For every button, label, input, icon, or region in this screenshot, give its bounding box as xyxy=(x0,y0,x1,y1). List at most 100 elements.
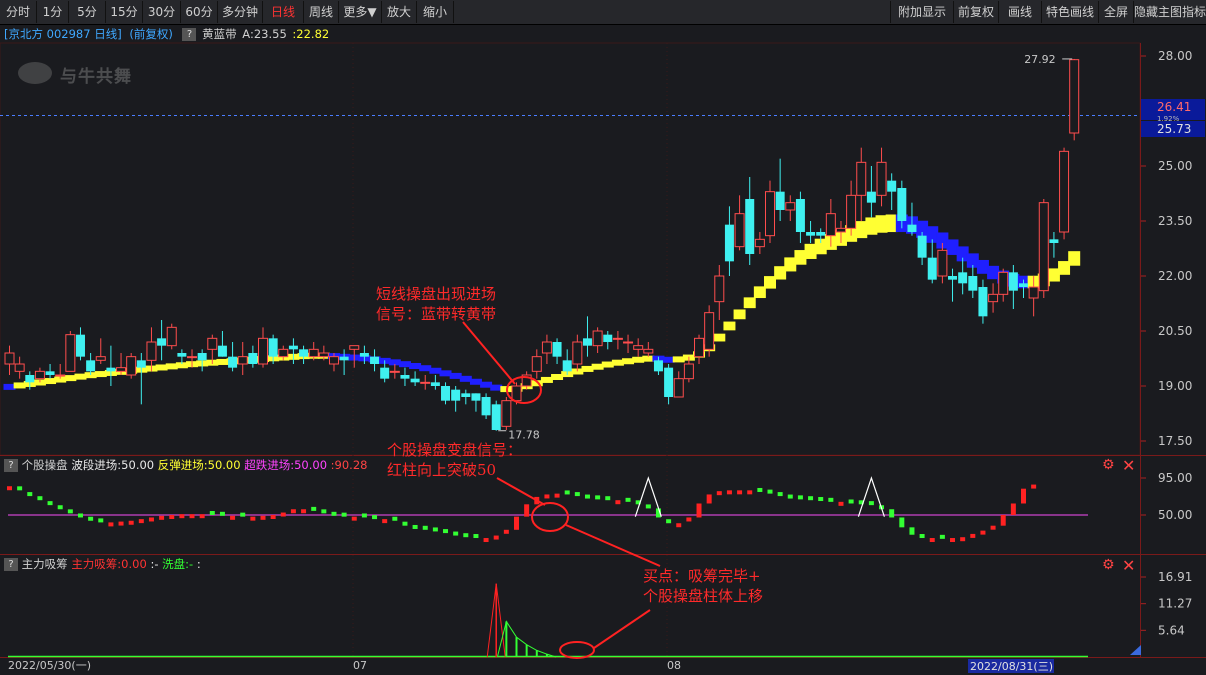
candle-body xyxy=(653,360,663,372)
candle-body xyxy=(217,345,227,357)
candle-body xyxy=(501,400,512,427)
period-tab[interactable]: 多分钟 xyxy=(218,1,263,23)
osc-bar xyxy=(960,537,966,542)
annotation-osc-signal: 个股操盘变盘信号： 红柱向上突破50 xyxy=(387,440,522,480)
osc-bar xyxy=(311,506,317,511)
annotation-line: 买点：吸筹完毕+ xyxy=(643,567,761,585)
annotation-line: 短线操盘出现进场 xyxy=(376,285,497,303)
toolbar-button[interactable]: 画线 xyxy=(998,1,1042,23)
candle-body xyxy=(1059,150,1070,233)
candle-body xyxy=(948,276,958,280)
price-tick-label: 22.00 xyxy=(1158,269,1192,283)
candle-body xyxy=(603,334,613,342)
toolbar-button[interactable]: 特色画线 xyxy=(1041,1,1099,23)
candle-body xyxy=(673,378,684,398)
toolbar-button[interactable]: 隐藏主图指标 xyxy=(1133,1,1206,23)
period-tab[interactable]: 分时 xyxy=(0,1,37,23)
candle-body xyxy=(370,356,380,364)
osc-bar xyxy=(747,490,753,495)
osc-bar xyxy=(341,512,347,517)
watermark-logo: 与牛共舞 xyxy=(18,60,143,87)
mf-settings-gear-icon[interactable]: ⚙ xyxy=(1102,557,1115,573)
candle-body xyxy=(592,330,603,347)
candle-body xyxy=(106,367,116,372)
osc-bar xyxy=(493,535,499,540)
help-icon[interactable]: ? xyxy=(182,28,197,41)
candle-body xyxy=(451,389,461,401)
period-tab[interactable]: 缩小 xyxy=(417,1,454,23)
osc-bar xyxy=(260,515,266,520)
help-icon[interactable]: ? xyxy=(4,558,18,571)
candle-body xyxy=(1038,202,1049,292)
period-tab[interactable]: 60分 xyxy=(181,1,218,23)
candle-body xyxy=(937,249,948,277)
candle-body xyxy=(927,257,937,280)
candle-body xyxy=(612,337,623,340)
period-tab[interactable]: 周线 xyxy=(304,1,339,23)
mf-close-icon[interactable]: ✕ xyxy=(1122,556,1135,575)
period-tab[interactable]: 30分 xyxy=(143,1,181,23)
toolbar-button[interactable]: 前复权 xyxy=(953,1,999,23)
period-tab[interactable]: 5分 xyxy=(69,1,106,23)
candle-body xyxy=(745,199,755,254)
osc-bar xyxy=(372,515,378,520)
price-panel-frame xyxy=(0,42,1141,456)
candle-body xyxy=(126,356,137,376)
osc-bar xyxy=(980,530,986,535)
osc-bar xyxy=(605,496,611,501)
candle-body xyxy=(633,345,644,350)
candle-body xyxy=(917,235,927,258)
candle-body xyxy=(359,353,369,357)
candle-body xyxy=(562,360,572,372)
osc-bar xyxy=(666,519,672,524)
osc-bar xyxy=(473,534,479,539)
resize-corner-icon xyxy=(1130,645,1141,655)
candle-body xyxy=(572,341,583,365)
annotation-band-signal: 短线操盘出现进场 信号：蓝带转黄带 xyxy=(376,284,496,324)
osc-bar xyxy=(240,512,246,517)
annotation-buy-point: 买点：吸筹完毕+ 个股操盘柱体上移 xyxy=(643,566,763,606)
osc-settings-gear-icon[interactable]: ⚙ xyxy=(1102,457,1115,473)
period-tab[interactable]: 更多▼ xyxy=(339,1,382,23)
candle-body xyxy=(643,348,654,354)
osc-bar xyxy=(544,494,550,499)
period-tab[interactable]: 日线 xyxy=(263,1,304,23)
period-tab[interactable]: 放大 xyxy=(382,1,417,23)
candle-body xyxy=(785,202,796,211)
osc-bar xyxy=(402,521,408,526)
osc-bar xyxy=(219,511,225,516)
period-tab[interactable]: 1分 xyxy=(37,1,69,23)
toolbar-button[interactable]: 附加显示 xyxy=(890,1,954,23)
osc-bar xyxy=(77,513,83,518)
osc-l1: 波段进场:50.00 xyxy=(71,458,155,472)
price-tick-label: 23.50 xyxy=(1158,214,1192,228)
period-tab[interactable]: 15分 xyxy=(106,1,143,23)
toolbar-button[interactable]: 全屏 xyxy=(1098,1,1134,23)
osc-bar xyxy=(432,527,438,532)
candle-body xyxy=(339,356,349,361)
candle-body xyxy=(14,363,25,372)
mf-l4: : xyxy=(196,557,201,571)
osc-bar xyxy=(412,524,418,529)
help-icon[interactable]: ? xyxy=(4,459,18,472)
mf-name[interactable]: 主力吸筹 xyxy=(22,557,68,571)
candle-body xyxy=(1008,272,1018,291)
osc-bar xyxy=(1021,488,1026,504)
candle-body xyxy=(288,345,298,350)
candle-body xyxy=(45,371,55,375)
annotation-arrow xyxy=(462,321,516,385)
stock-title[interactable]: [京北方 002987 日线] xyxy=(4,27,122,41)
osc-bar xyxy=(615,500,621,505)
osc-name[interactable]: 个股操盘 xyxy=(22,458,68,472)
osc-bar xyxy=(625,497,631,502)
osc-close-icon[interactable]: ✕ xyxy=(1122,456,1135,475)
osc-bar xyxy=(179,514,185,519)
osc-l2: 反弹进场:50.00 xyxy=(157,458,241,472)
osc-bar xyxy=(524,504,530,517)
candle-body xyxy=(75,334,85,357)
osc-bar xyxy=(230,515,236,520)
osc-bar xyxy=(503,529,509,534)
candle-body xyxy=(531,356,542,372)
indicator-name[interactable]: 黄蓝带 xyxy=(202,27,237,41)
candle-body xyxy=(846,194,857,229)
